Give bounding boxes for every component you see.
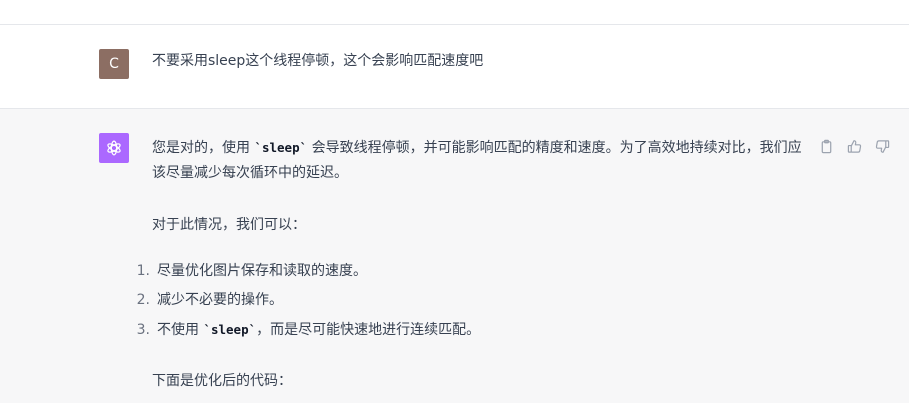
thumbs-down-button[interactable]: [873, 137, 891, 155]
list-item: 1. 尽量优化图片保存和读取的速度。: [127, 259, 367, 284]
list-item-text-before: 不使用: [157, 322, 204, 338]
inline-code-sleep: `sleep`: [203, 322, 257, 337]
user-message-text: 不要采用sleep这个线程停顿，这个会影响匹配速度吧: [152, 53, 484, 69]
list-item-number: 3.: [136, 322, 150, 338]
assistant-message-row: 您是对的，使用 `sleep` 会导致线程停顿，并可能影响匹配的精度和速度。为了…: [0, 109, 909, 403]
list-item-text: 减少不必要的操作。: [157, 292, 283, 308]
answer-paragraph-1: 您是对的，使用 `sleep` 会导致线程停顿，并可能影响匹配的精度和速度。为了…: [152, 135, 802, 186]
list-item-text-after: ，而是尽可能快速地进行连续匹配。: [256, 322, 481, 338]
list-item-number: 2.: [136, 292, 150, 308]
thumbs-up-button[interactable]: [845, 137, 863, 155]
thumbs-down-icon: [875, 139, 889, 153]
chat-page: C 不要采用sleep这个线程停顿，这个会影响匹配速度吧 您是对的，使用 `sl…: [0, 0, 909, 403]
inline-code-sleep: `sleep`: [254, 140, 308, 155]
list-item: 2. 减少不必要的操作。: [127, 288, 283, 313]
answer-paragraph-3: 下面是优化后的代码：: [152, 373, 292, 389]
list-item: 3. 不使用 `sleep`，而是尽可能快速地进行连续匹配。: [127, 317, 481, 342]
p1-text-before: 您是对的，使用: [152, 140, 255, 156]
user-message-row: C 不要采用sleep这个线程停顿，这个会影响匹配速度吧: [0, 25, 909, 109]
copy-button[interactable]: [817, 137, 835, 155]
copy-icon: [821, 139, 831, 153]
message-actions: [817, 137, 891, 155]
user-avatar: C: [99, 49, 129, 79]
answer-paragraph-2: 对于此情况，我们可以：: [152, 217, 306, 233]
assistant-avatar: [99, 133, 129, 163]
openai-logo-icon: [107, 140, 121, 156]
thumbs-up-icon: [847, 139, 861, 153]
list-item-number: 1.: [136, 263, 150, 279]
list-item-text: 尽量优化图片保存和读取的速度。: [157, 263, 367, 279]
